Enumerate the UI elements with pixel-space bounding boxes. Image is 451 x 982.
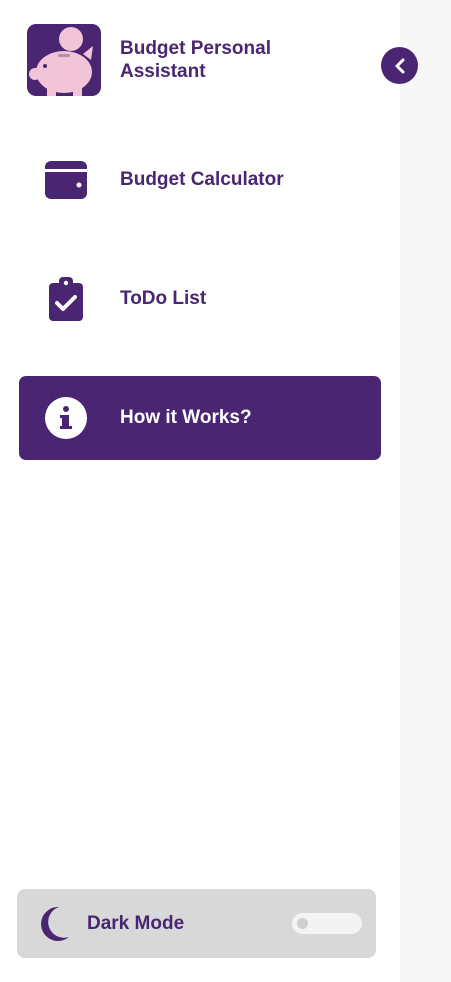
collapse-sidebar-button[interactable] — [381, 47, 418, 84]
sidebar-item-how-it-works[interactable]: How it Works? — [19, 376, 381, 460]
dark-mode-panel: Dark Mode — [17, 889, 376, 958]
sidebar-item-budget-calculator[interactable]: Budget Calculator — [19, 138, 381, 222]
main-content — [400, 0, 451, 982]
sidebar: Budget Personal Assistant Budget Calcula… — [0, 0, 400, 982]
app-title: Budget Personal Assistant — [120, 38, 271, 82]
piggy-bank-icon — [27, 24, 101, 96]
brand[interactable]: Budget Personal Assistant — [27, 24, 310, 96]
dark-mode-toggle[interactable] — [292, 913, 362, 934]
sidebar-item-todo-list[interactable]: ToDo List — [19, 257, 381, 341]
clipboard-check-icon — [19, 277, 113, 321]
sidebar-item-label: ToDo List — [120, 288, 207, 309]
chevron-left-icon — [395, 58, 404, 73]
toggle-knob — [297, 918, 308, 929]
dark-mode-label: Dark Mode — [87, 912, 185, 934]
sidebar-item-label: How it Works? — [120, 407, 252, 428]
sidebar-item-label: Budget Calculator — [120, 169, 284, 190]
info-icon — [19, 397, 113, 439]
moon-icon — [37, 905, 71, 943]
wallet-icon — [19, 161, 113, 199]
